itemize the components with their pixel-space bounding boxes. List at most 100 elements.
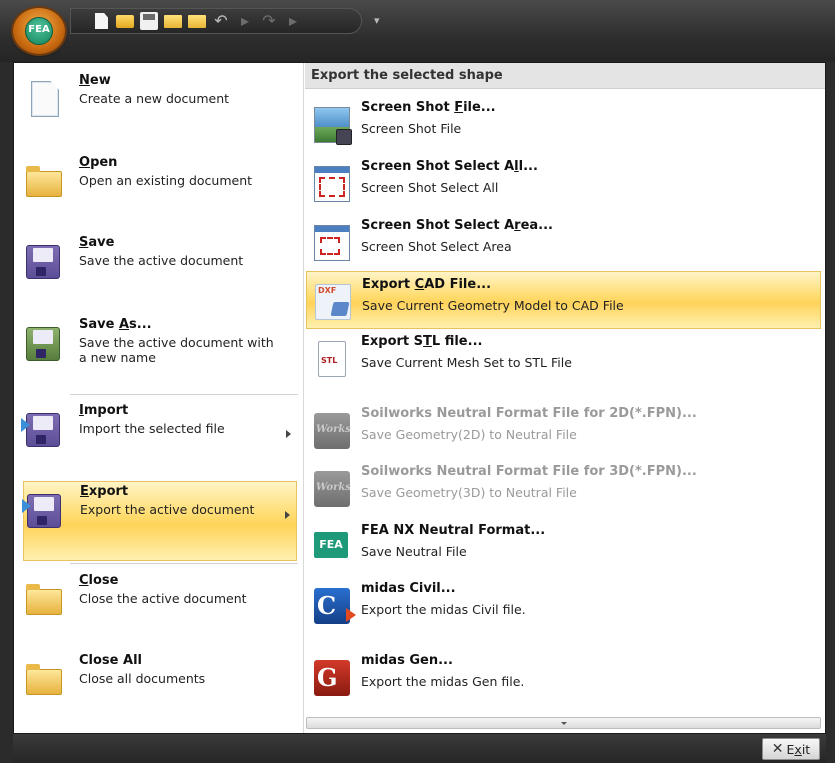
file-menu-list: New Create a new document Open Open an e…	[14, 63, 304, 733]
midas-gen-icon-label: G	[317, 663, 338, 692]
dxf-cad-icon: DXF	[315, 284, 351, 320]
screenshot-select-area-icon	[314, 225, 350, 261]
export-item-desc: Save Current Geometry Model to CAD File	[362, 298, 624, 313]
stl-file-icon: STL	[318, 341, 346, 377]
redo-icon[interactable]: ↷	[260, 12, 278, 30]
export-item-soilworks-2d: Works Soilworks Neutral Format File for …	[306, 401, 821, 459]
export-item-title: Screen Shot Select All...	[361, 159, 538, 174]
menu-item-save-as[interactable]: Save As... Save the active document with…	[23, 315, 297, 395]
export-item-midas-civil[interactable]: C midas Civil... Export the midas Civil …	[306, 576, 821, 634]
new-document-icon	[31, 81, 59, 117]
exit-label: Exit	[786, 741, 811, 757]
menu-item-desc: Save the active document	[79, 253, 244, 268]
soilworks-icon-label: Works	[316, 482, 351, 493]
menu-item-desc: Close the active document	[79, 591, 247, 606]
screenshot-select-all-icon	[314, 166, 350, 202]
menu-item-desc: Create a new document	[79, 91, 230, 106]
soilworks-icon-label: Works	[316, 424, 351, 435]
menu-item-desc: Save the active document with a new name	[79, 335, 274, 365]
submenu-header: Export the selected shape	[305, 63, 825, 89]
export-item-cad-file[interactable]: DXF Export CAD File... Save Current Geom…	[306, 271, 821, 329]
app-orb-label: FEA	[28, 24, 50, 35]
midas-gen-icon: G	[314, 660, 350, 696]
menu-item-new[interactable]: New Create a new document	[23, 71, 297, 151]
export-item-title: Screen Shot Select Area...	[361, 218, 553, 233]
menu-item-title: Close All	[79, 653, 142, 668]
export-item-title: Screen Shot File...	[361, 100, 496, 115]
scroll-down-icon	[561, 722, 567, 725]
export-item-title: Export STL file...	[361, 334, 483, 349]
submenu-scroll-down[interactable]	[306, 717, 821, 729]
soilworks-icon: Works	[314, 471, 351, 507]
export-item-desc: Save Geometry(2D) to Neutral File	[361, 427, 577, 442]
export-item-desc: Export the midas Gen file.	[361, 674, 525, 689]
menu-item-title: Import	[79, 403, 129, 418]
menu-item-desc: Open an existing document	[79, 173, 253, 188]
close-folder-icon	[26, 584, 62, 615]
menu-item-import[interactable]: Import Import the selected file	[21, 401, 297, 481]
menu-item-title: Open	[79, 155, 118, 170]
menu-item-save[interactable]: Save Save the active document	[23, 233, 297, 313]
undo-dropdown-icon[interactable]: ▸	[236, 12, 254, 30]
export-item-desc: Save Current Mesh Set to STL File	[361, 355, 572, 370]
export-item-desc: Save Geometry(3D) to Neutral File	[361, 485, 577, 500]
folder-icon[interactable]	[164, 14, 182, 28]
import-arrow-icon	[21, 418, 30, 432]
menu-item-desc: Import the selected file	[79, 421, 225, 436]
export-item-screenshot-select-all[interactable]: Screen Shot Select All... Screen Shot Se…	[306, 154, 821, 212]
export-item-desc: Save Neutral File	[361, 544, 467, 559]
menu-item-close[interactable]: Close Close the active document	[23, 571, 297, 651]
save-disk-icon	[26, 245, 60, 279]
midas-civil-icon-label: C	[317, 591, 337, 620]
submenu-arrow-icon	[285, 511, 290, 519]
menu-item-desc: Export the active document	[80, 502, 255, 517]
new-file-icon[interactable]	[95, 13, 108, 29]
menu-item-title: Save As...	[79, 317, 152, 332]
export-item-desc: Screen Shot Select Area	[361, 239, 512, 254]
export-item-midas-gen[interactable]: G midas Gen... Export the midas Gen file…	[306, 648, 821, 706]
fea-icon: FEA	[314, 532, 348, 558]
open-folder-icon[interactable]	[116, 14, 134, 28]
export-item-desc: Screen Shot File	[361, 121, 462, 136]
fea-icon-label: FEA	[319, 538, 343, 551]
menu-item-title: Close	[79, 573, 119, 588]
menu-footer: ✕ Exit	[13, 734, 826, 763]
menu-item-desc: Close all documents	[79, 671, 206, 686]
save-as-icon	[26, 327, 60, 361]
dxf-icon-label: DXF	[318, 286, 337, 295]
customize-toolbar-icon[interactable]: ▾	[374, 14, 380, 27]
open-folder-icon	[26, 166, 62, 197]
midas-civil-icon: C	[314, 588, 356, 624]
export-item-fea-nx-neutral[interactable]: FEA FEA NX Neutral Format... Save Neutra…	[306, 518, 821, 576]
export-item-title: FEA NX Neutral Format...	[361, 523, 546, 538]
save-icon[interactable]	[140, 12, 158, 30]
export-item-title: midas Civil...	[361, 581, 456, 596]
export-arrow-icon	[22, 499, 31, 513]
menu-item-title: Export	[80, 484, 129, 499]
menu-item-open[interactable]: Open Open an existing document	[23, 153, 297, 233]
export-item-screenshot-file[interactable]: Screen Shot File... Screen Shot File	[306, 95, 821, 153]
export-item-title: Export CAD File...	[362, 277, 492, 292]
folder-star-icon[interactable]	[188, 14, 206, 28]
close-all-icon	[26, 664, 62, 695]
menu-item-title: New	[79, 73, 111, 88]
menu-item-export[interactable]: Export Export the active document	[22, 481, 297, 561]
export-item-soilworks-3d: Works Soilworks Neutral Format File for …	[306, 459, 821, 517]
quick-access-toolbar: ↶ ▸ ↷ ▸	[70, 8, 362, 34]
export-item-stl-file[interactable]: STL Export STL file... Save Current Mesh…	[306, 329, 821, 387]
menu-item-close-all[interactable]: Close All Close all documents	[23, 651, 297, 731]
menu-item-title: Save	[79, 235, 115, 250]
export-item-title: Soilworks Neutral Format File for 3D(*.F…	[361, 464, 697, 479]
menu-separator	[70, 563, 298, 564]
import-icon	[21, 413, 60, 447]
redo-dropdown-icon[interactable]: ▸	[284, 12, 302, 30]
application-menu: New Create a new document Open Open an e…	[13, 62, 826, 734]
export-item-screenshot-select-area[interactable]: Screen Shot Select Area... Screen Shot S…	[306, 213, 821, 271]
title-bar: FEA ↶ ▸ ↷ ▸ ▾	[0, 0, 835, 62]
export-icon	[22, 494, 61, 528]
export-item-desc: Export the midas Civil file.	[361, 602, 526, 617]
app-menu-button[interactable]: FEA	[13, 8, 65, 54]
export-item-desc: Screen Shot Select All	[361, 180, 499, 195]
exit-button[interactable]: ✕ Exit	[762, 738, 820, 760]
undo-icon[interactable]: ↶	[212, 12, 230, 30]
